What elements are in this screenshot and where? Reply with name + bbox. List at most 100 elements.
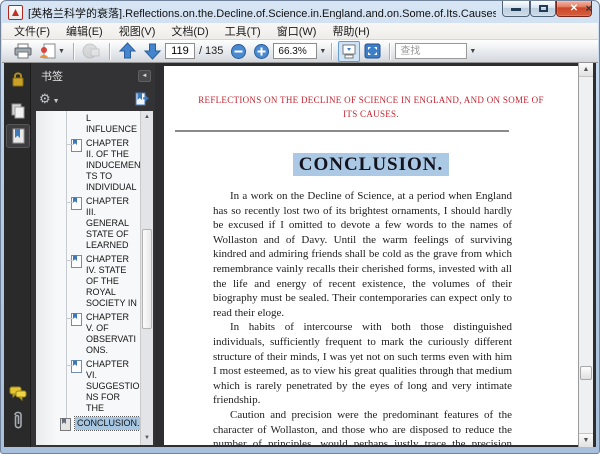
paragraph: In a work on the Decline of Science, at … bbox=[213, 190, 512, 319]
bookmarks-toolbar: ⚙ ▼ bbox=[31, 89, 155, 111]
bookmarks-tab[interactable] bbox=[6, 124, 30, 148]
menu-file[interactable]: 文件(F) bbox=[6, 22, 58, 40]
running-header: REFLECTIONS ON THE DECLINE OF SCIENCE IN… bbox=[164, 93, 578, 121]
bookmark-item-chapter6[interactable]: CHAPTER VI. SUGGESTIO NS FOR THE bbox=[36, 359, 140, 414]
zoom-out-button[interactable] bbox=[228, 41, 249, 61]
add-bookmark-icon bbox=[135, 92, 149, 106]
add-bookmark-button[interactable] bbox=[135, 92, 150, 111]
paragraph: In habits of intercourse with both those… bbox=[213, 321, 512, 407]
export-button[interactable]: ▼ bbox=[37, 41, 67, 61]
pages-icon bbox=[11, 103, 25, 119]
bookmark-item-chapter5[interactable]: CHAPTER V. OF OBSERVATI ONS. bbox=[36, 312, 139, 356]
fullscreen-icon bbox=[364, 43, 381, 59]
options-button[interactable]: ⚙ ▼ bbox=[39, 91, 60, 107]
bookmark-page-icon bbox=[71, 197, 82, 210]
page-number-input[interactable] bbox=[164, 43, 195, 59]
toolbar-separator bbox=[108, 42, 110, 60]
next-page-button[interactable] bbox=[141, 41, 164, 61]
bookmark-item-chapter4[interactable]: CHAPTER IV. STATE OF THE ROYAL SOCIETY I… bbox=[36, 254, 139, 309]
bookmark-page-icon bbox=[71, 360, 82, 373]
print-button[interactable] bbox=[11, 41, 35, 61]
zoom-in-button[interactable] bbox=[251, 41, 272, 61]
paragraph: Caution and precision were the predomina… bbox=[213, 408, 512, 445]
bookmarks-scrollbar-thumb[interactable] bbox=[142, 229, 152, 329]
maximize-button[interactable] bbox=[530, 1, 556, 17]
maximize-icon bbox=[539, 5, 548, 12]
toolbar-separator bbox=[72, 42, 74, 60]
document-page: REFLECTIONS ON THE DECLINE OF SCIENCE IN… bbox=[164, 66, 578, 445]
lock-icon bbox=[12, 72, 24, 87]
bookmarks-panel-header: 书签 ◄ bbox=[31, 63, 155, 89]
main-area: 书签 ◄ ⚙ ▼ L INFLUENCE CHAPTER II. OF THE … bbox=[4, 63, 596, 447]
bookmark-item-chapter3[interactable]: CHAPTER III. GENERAL STATE OF LEARNED bbox=[36, 196, 139, 251]
scroll-down-icon[interactable]: ▼ bbox=[579, 433, 593, 447]
window-title: [英格兰科学的衰落].Reflections.on.the.Decline.of… bbox=[28, 8, 496, 19]
scrolling-pages-icon bbox=[342, 44, 356, 58]
scrolling-mode-button[interactable] bbox=[338, 40, 361, 62]
fullscreen-button[interactable] bbox=[362, 41, 383, 61]
menu-document[interactable]: 文档(D) bbox=[163, 22, 216, 40]
running-header-line1: REFLECTIONS ON THE DECLINE OF SCIENCE IN… bbox=[198, 95, 544, 105]
bookmark-page-icon bbox=[71, 313, 82, 326]
close-document-button[interactable]: × bbox=[586, 3, 592, 15]
title-bar: [英格兰科学的衰落].Reflections.on.the.Decline.of… bbox=[1, 1, 599, 23]
down-arrow-icon bbox=[143, 43, 162, 60]
bookmark-item-conclusion[interactable]: CONCLUSION. bbox=[36, 416, 143, 431]
previous-page-button[interactable] bbox=[116, 41, 139, 61]
find-input[interactable] bbox=[395, 43, 468, 59]
close-icon: ✕ bbox=[569, 3, 579, 14]
minimize-button[interactable] bbox=[502, 1, 530, 17]
page-count-label: / 135 bbox=[198, 45, 224, 57]
menu-edit[interactable]: 编辑(E) bbox=[58, 22, 111, 40]
bookmarks-panel: 书签 ◄ ⚙ ▼ L INFLUENCE CHAPTER II. OF THE … bbox=[31, 63, 155, 447]
app-window: [英格兰科学的衰落].Reflections.on.the.Decline.of… bbox=[0, 0, 600, 454]
collaborate-icon bbox=[82, 43, 100, 59]
toolbar-separator bbox=[389, 42, 391, 60]
up-arrow-icon bbox=[118, 42, 137, 59]
bookmark-page-icon bbox=[71, 255, 82, 268]
bookmark-item-chapter2[interactable]: CHAPTER II. OF THE INDUCEMEN TS TO INDIV… bbox=[36, 138, 141, 193]
document-body: In a work on the Decline of Science, at … bbox=[164, 189, 578, 445]
navigation-panel-strip bbox=[4, 63, 31, 447]
header-rule bbox=[175, 130, 509, 132]
zoom-in-icon bbox=[254, 43, 270, 59]
adobe-reader-icon bbox=[8, 5, 23, 20]
minimize-icon bbox=[511, 8, 521, 11]
scroll-up-icon[interactable]: ▲ bbox=[579, 63, 593, 77]
bookmarks-scrollbar[interactable]: ▲ ▼ bbox=[140, 111, 153, 445]
scroll-up-icon[interactable]: ▲ bbox=[141, 111, 153, 124]
bookmark-list: L INFLUENCE CHAPTER II. OF THE INDUCEMEN… bbox=[36, 111, 153, 445]
collapse-panel-button[interactable]: ◄ bbox=[138, 70, 151, 82]
menu-help[interactable]: 帮助(H) bbox=[324, 22, 377, 40]
zoom-out-icon bbox=[231, 43, 247, 59]
menu-tools[interactable]: 工具(T) bbox=[217, 22, 269, 40]
chapter-heading: CONCLUSION. bbox=[164, 153, 578, 176]
menu-bar: 文件(F) 编辑(E) 视图(V) 文档(D) 工具(T) 窗口(W) 帮助(H… bbox=[2, 23, 598, 40]
bookmarks-icon bbox=[12, 128, 25, 144]
menu-window[interactable]: 窗口(W) bbox=[269, 22, 325, 40]
find-dropdown-caret[interactable]: ▼ bbox=[469, 48, 476, 55]
comments-icon bbox=[9, 386, 27, 401]
collaborate-button bbox=[80, 41, 103, 61]
export-dropdown-caret: ▼ bbox=[58, 47, 65, 55]
comments-tab[interactable] bbox=[6, 381, 30, 405]
bookmark-item-chapter1-partial[interactable]: L INFLUENCE bbox=[36, 113, 139, 135]
bookmark-page-icon bbox=[60, 418, 71, 431]
document-scrollbar-thumb[interactable] bbox=[580, 366, 592, 380]
bookmark-page-icon bbox=[71, 139, 82, 152]
chapter-heading-text: CONCLUSION. bbox=[292, 153, 450, 176]
menu-view[interactable]: 视图(V) bbox=[111, 22, 164, 40]
zoom-level-display[interactable]: 66.3% bbox=[273, 43, 318, 59]
attachments-tab[interactable] bbox=[6, 409, 30, 433]
panel-title: 书签 bbox=[41, 71, 63, 83]
zoom-dropdown-caret[interactable]: ▼ bbox=[319, 48, 326, 55]
paperclip-icon bbox=[14, 411, 22, 429]
printer-icon bbox=[14, 43, 32, 58]
export-document-icon bbox=[40, 43, 56, 58]
security-tab[interactable] bbox=[6, 67, 30, 91]
document-scrollbar[interactable]: ▲ ▼ bbox=[578, 63, 593, 447]
toolbar: ▼ / 135 bbox=[2, 40, 598, 63]
scroll-down-icon[interactable]: ▼ bbox=[141, 432, 153, 445]
pages-tab[interactable] bbox=[6, 99, 30, 123]
running-header-line2: ITS CAUSES. bbox=[343, 109, 399, 119]
